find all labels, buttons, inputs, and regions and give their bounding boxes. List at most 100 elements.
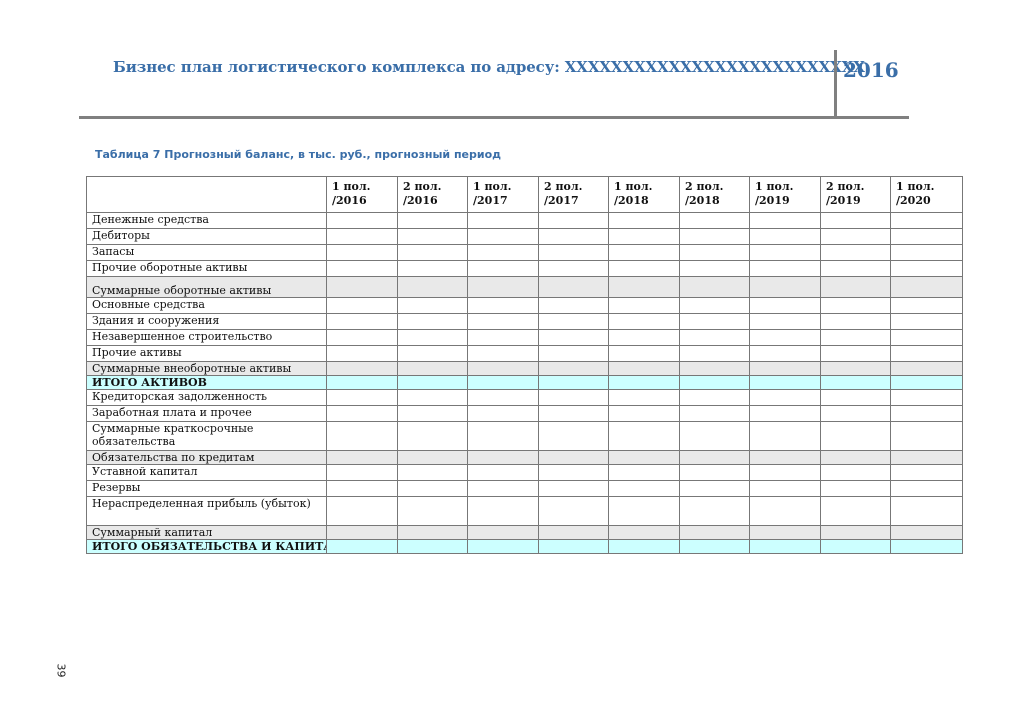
value-cell bbox=[467, 228, 539, 245]
value-cell bbox=[890, 345, 963, 362]
value-cell bbox=[326, 313, 398, 330]
row-label: Прочие активы bbox=[86, 345, 327, 362]
value-cell bbox=[608, 539, 680, 554]
value-cell bbox=[397, 244, 468, 261]
value-cell bbox=[890, 228, 963, 245]
value-cell bbox=[538, 389, 609, 406]
value-cell bbox=[538, 539, 609, 554]
value-cell bbox=[397, 464, 468, 481]
value-cell bbox=[397, 212, 468, 229]
value-cell bbox=[467, 244, 539, 261]
table-row: ИТОГО АКТИВОВ bbox=[86, 375, 963, 390]
value-cell bbox=[538, 276, 609, 298]
value-cell bbox=[326, 464, 398, 481]
value-cell bbox=[820, 539, 891, 554]
value-cell bbox=[679, 212, 750, 229]
value-cell bbox=[608, 260, 680, 277]
value-cell bbox=[890, 464, 963, 481]
value-cell bbox=[679, 389, 750, 406]
value-cell bbox=[608, 450, 680, 465]
value-cell bbox=[467, 525, 539, 540]
table-row: Дебиторы bbox=[86, 228, 963, 245]
value-cell bbox=[820, 405, 891, 422]
document-header-title: Бизнес план логистического комплекса по … bbox=[113, 58, 865, 76]
table-caption: Таблица 7 Прогнозный баланс, в тыс. руб.… bbox=[95, 148, 502, 161]
value-cell bbox=[679, 276, 750, 298]
value-cell bbox=[326, 525, 398, 540]
value-cell bbox=[679, 496, 750, 526]
value-cell bbox=[749, 212, 821, 229]
value-cell bbox=[890, 297, 963, 314]
value-cell bbox=[326, 389, 398, 406]
row-label: Суммарный капитал bbox=[86, 525, 327, 540]
table-row: Нераспределенная прибыль (убыток) bbox=[86, 496, 963, 526]
header-divider-vertical bbox=[834, 50, 837, 118]
value-cell bbox=[749, 539, 821, 554]
value-cell bbox=[397, 525, 468, 540]
value-cell bbox=[679, 329, 750, 346]
table-row: Основные средства bbox=[86, 297, 963, 314]
row-label: Дебиторы bbox=[86, 228, 327, 245]
value-cell bbox=[467, 480, 539, 497]
table-row: Кредиторская задолженность bbox=[86, 389, 963, 406]
value-cell bbox=[467, 329, 539, 346]
value-cell bbox=[397, 375, 468, 390]
value-cell bbox=[749, 297, 821, 314]
table-row: Запасы bbox=[86, 244, 963, 261]
row-label: Основные средства bbox=[86, 297, 327, 314]
value-cell bbox=[608, 228, 680, 245]
value-cell bbox=[679, 244, 750, 261]
value-cell bbox=[749, 480, 821, 497]
value-cell bbox=[397, 345, 468, 362]
value-cell bbox=[890, 361, 963, 376]
value-cell bbox=[397, 329, 468, 346]
value-cell bbox=[749, 228, 821, 245]
row-label: Запасы bbox=[86, 244, 327, 261]
value-cell bbox=[679, 450, 750, 465]
value-cell bbox=[467, 464, 539, 481]
value-cell bbox=[820, 212, 891, 229]
value-cell bbox=[467, 450, 539, 465]
value-cell bbox=[890, 450, 963, 465]
value-cell bbox=[538, 375, 609, 390]
value-cell bbox=[820, 375, 891, 390]
value-cell bbox=[326, 375, 398, 390]
value-cell bbox=[467, 297, 539, 314]
value-cell bbox=[820, 313, 891, 330]
table-row: Незавершенное строительство bbox=[86, 329, 963, 346]
value-cell bbox=[467, 313, 539, 330]
row-label: ИТОГО АКТИВОВ bbox=[86, 375, 327, 390]
value-cell bbox=[326, 421, 398, 451]
row-label: Кредиторская задолженность bbox=[86, 389, 327, 406]
value-cell bbox=[326, 212, 398, 229]
table-row: Прочие оборотные активы bbox=[86, 260, 963, 277]
value-cell bbox=[538, 405, 609, 422]
value-cell bbox=[467, 260, 539, 277]
value-cell bbox=[749, 450, 821, 465]
value-cell bbox=[538, 480, 609, 497]
value-cell bbox=[467, 496, 539, 526]
row-label: Незавершенное строительство bbox=[86, 329, 327, 346]
table-row: Резервы bbox=[86, 480, 963, 497]
value-cell bbox=[820, 297, 891, 314]
value-cell bbox=[890, 525, 963, 540]
row-label: Уставной капитал bbox=[86, 464, 327, 481]
value-cell bbox=[326, 345, 398, 362]
value-cell bbox=[890, 375, 963, 390]
value-cell bbox=[467, 389, 539, 406]
value-cell bbox=[397, 228, 468, 245]
value-cell bbox=[326, 539, 398, 554]
value-cell bbox=[538, 228, 609, 245]
row-label: Суммарные внеоборотные активы bbox=[86, 361, 327, 376]
value-cell bbox=[538, 421, 609, 451]
value-cell bbox=[397, 405, 468, 422]
row-label: Суммарные краткосрочные обязательства bbox=[86, 421, 327, 451]
value-cell bbox=[326, 450, 398, 465]
value-cell bbox=[326, 276, 398, 298]
row-label: Нераспределенная прибыль (убыток) bbox=[86, 496, 327, 526]
value-cell bbox=[608, 496, 680, 526]
value-cell bbox=[538, 313, 609, 330]
value-cell bbox=[538, 212, 609, 229]
forecast-balance-table: 1 пол. /2016 2 пол. /2016 1 пол. /2017 2 по… bbox=[86, 176, 963, 554]
table-row: Уставной капитал bbox=[86, 464, 963, 481]
